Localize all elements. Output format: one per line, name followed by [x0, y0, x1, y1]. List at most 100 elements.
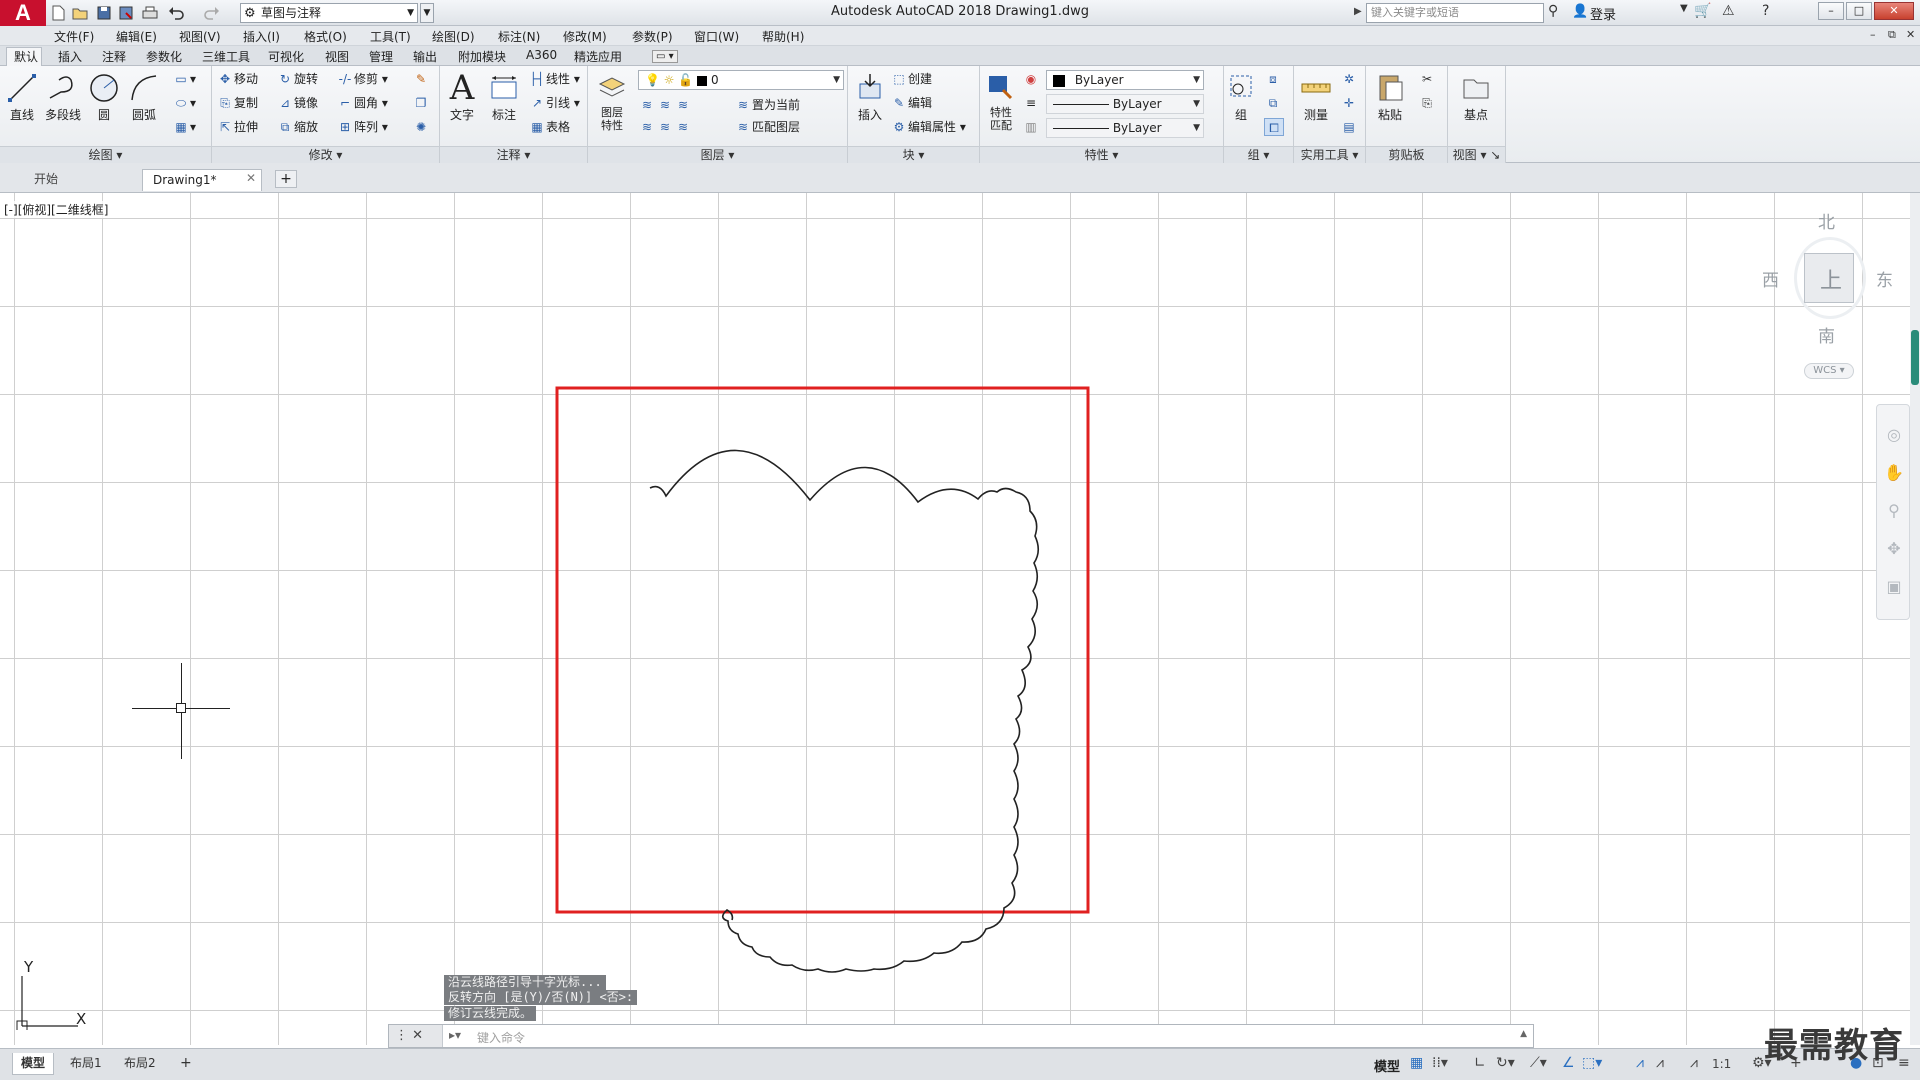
- tab-visualize[interactable]: 可视化: [268, 48, 304, 65]
- lineweight-dropdown[interactable]: ByLayer ▼: [1046, 118, 1204, 138]
- tab-annotate[interactable]: 注释: [102, 48, 126, 65]
- leader-tool[interactable]: ↗ 引线 ▾: [528, 94, 580, 112]
- compass-north[interactable]: 北: [1818, 208, 1835, 233]
- annotation-scale-icon[interactable]: ⩘: [1690, 1055, 1698, 1071]
- arc-tool[interactable]: 圆弧: [124, 70, 164, 123]
- tab-drawing1[interactable]: Drawing1*: [142, 169, 262, 191]
- search-input[interactable]: 键入关键字或短语: [1366, 3, 1544, 23]
- maximize-button[interactable]: □: [1846, 2, 1872, 20]
- layer-properties-tool[interactable]: 图层 特性: [592, 70, 632, 132]
- line-tool[interactable]: 直线: [2, 70, 42, 123]
- group-selection-icon[interactable]: ⧠: [1264, 118, 1284, 136]
- base-view-tool[interactable]: 基点: [1456, 70, 1496, 123]
- panel-properties-title[interactable]: 特性 ▾: [980, 146, 1223, 163]
- offset-tool[interactable]: ❐: [412, 94, 430, 112]
- compass-west[interactable]: 西: [1762, 266, 1779, 291]
- edit-block-tool[interactable]: ✎ 编辑: [890, 94, 932, 112]
- showmotion-icon[interactable]: ▣: [1883, 577, 1905, 599]
- login-button[interactable]: 登录: [1590, 4, 1616, 23]
- object-snap-tracking-icon[interactable]: ∠: [1562, 1055, 1575, 1071]
- snap-icon[interactable]: ⁞⁞▾: [1432, 1055, 1448, 1071]
- quick-select-icon[interactable]: ✲: [1340, 70, 1358, 88]
- ungroup-icon[interactable]: ⧈: [1264, 70, 1282, 88]
- redo-icon[interactable]: [202, 3, 222, 23]
- group-edit-icon[interactable]: ⧉: [1264, 94, 1282, 112]
- tab-start[interactable]: 开始: [24, 169, 58, 191]
- tab-featured-apps[interactable]: 精选应用: [574, 48, 622, 65]
- tab-a360[interactable]: A360: [526, 48, 557, 62]
- dimension-tool[interactable]: 标注: [484, 70, 524, 123]
- menu-draw[interactable]: 绘图(D): [432, 28, 475, 45]
- chevron-down-icon[interactable]: ▼: [1680, 3, 1688, 14]
- ortho-icon[interactable]: ∟: [1474, 1055, 1486, 1071]
- wcs-dropdown[interactable]: WCS ▾: [1804, 363, 1854, 379]
- scrollbar-thumb[interactable]: [1911, 330, 1919, 385]
- polar-icon[interactable]: ↻▾: [1496, 1055, 1515, 1071]
- save-as-icon[interactable]: [116, 3, 136, 23]
- ellipse-tool[interactable]: ⬭ ▾: [172, 94, 196, 112]
- help-icon[interactable]: ?: [1762, 3, 1769, 19]
- menu-file[interactable]: 文件(F): [54, 28, 94, 45]
- open-file-icon[interactable]: [70, 3, 90, 23]
- transparency-icon[interactable]: ▥: [1022, 118, 1040, 136]
- panel-clipboard-title[interactable]: 剪贴板: [1366, 146, 1447, 163]
- panel-modify-title[interactable]: 修改 ▾: [212, 146, 439, 163]
- menu-edit[interactable]: 编辑(E): [116, 28, 157, 45]
- command-line-controls[interactable]: ⋮ ✕ 🔧: [389, 1025, 443, 1065]
- print-icon[interactable]: [140, 3, 160, 23]
- layer-tools-row2[interactable]: ≋ ≋ ≋: [638, 118, 692, 136]
- command-line[interactable]: ⋮ ✕ 🔧 ▸▾ 键入命令 ▲: [388, 1024, 1534, 1065]
- autodesk-app-icon[interactable]: ⚠: [1722, 3, 1735, 19]
- make-current-tool[interactable]: ≋ 置为当前: [734, 96, 800, 114]
- menu-modify[interactable]: 修改(M): [563, 28, 607, 45]
- close-button[interactable]: ✕: [1874, 2, 1914, 20]
- tab-default[interactable]: 默认: [14, 48, 38, 65]
- workspace-dropdown[interactable]: ⚙ 草图与注释 ▼: [240, 3, 418, 23]
- circle-tool[interactable]: 圆: [84, 70, 124, 123]
- panel-utilities-title[interactable]: 实用工具 ▾: [1294, 146, 1365, 163]
- tab-view[interactable]: 视图: [325, 48, 349, 65]
- command-input[interactable]: 键入命令: [477, 1029, 525, 1046]
- text-tool[interactable]: A 文字: [442, 68, 482, 123]
- menu-dimension[interactable]: 标注(N): [498, 28, 540, 45]
- scale-tool[interactable]: ⧉ 缩放: [276, 118, 318, 136]
- command-history-toggle-icon[interactable]: ▲: [1520, 1029, 1527, 1039]
- rotate-tool[interactable]: ↻ 旋转: [276, 70, 318, 88]
- match-properties-tool[interactable]: 特性 匹配: [982, 70, 1020, 132]
- doc-restore-button[interactable]: ⧉: [1888, 28, 1896, 42]
- insert-block-tool[interactable]: 插入: [850, 70, 890, 123]
- array-tool[interactable]: ⊞ 阵列 ▾: [336, 118, 388, 136]
- new-tab-button[interactable]: +: [275, 170, 297, 188]
- customize-quick-access-button[interactable]: ▼: [420, 3, 434, 23]
- vertical-scrollbar[interactable]: [1910, 193, 1920, 1045]
- cart-icon[interactable]: 🛒: [1694, 3, 1711, 19]
- compass-east[interactable]: 东: [1876, 266, 1893, 291]
- undo-icon[interactable]: [166, 3, 186, 23]
- new-file-icon[interactable]: [48, 3, 68, 23]
- auto-scale-icon[interactable]: ⩘: [1656, 1055, 1664, 1071]
- annotation-scale-value[interactable]: 1:1: [1712, 1057, 1731, 1071]
- menu-format[interactable]: 格式(O): [304, 28, 347, 45]
- stretch-tool[interactable]: ⇱ 拉伸: [216, 118, 258, 136]
- rectangle-tool[interactable]: ▭ ▾: [172, 70, 196, 88]
- linetype-dropdown[interactable]: ByLayer ▼: [1046, 94, 1204, 114]
- grid-icon[interactable]: ▦: [1410, 1055, 1423, 1071]
- orbit-icon[interactable]: ✥: [1883, 539, 1905, 561]
- calculator-icon[interactable]: ▤: [1340, 118, 1358, 136]
- color-wheel-icon[interactable]: ◉: [1022, 70, 1040, 88]
- doc-close-button[interactable]: ✕: [1906, 28, 1915, 41]
- ribbon-minimize-button[interactable]: ▭ ▾: [652, 50, 678, 63]
- cut-icon[interactable]: ✂: [1418, 70, 1436, 88]
- panel-block-title[interactable]: 块 ▾: [848, 146, 979, 163]
- zoom-icon[interactable]: ⚲: [1883, 501, 1905, 523]
- menu-help[interactable]: 帮助(H): [762, 28, 804, 45]
- hatch-tool[interactable]: ▦ ▾: [172, 118, 196, 136]
- explode-tool[interactable]: ✺: [412, 118, 430, 136]
- layout-tab-layout2[interactable]: 布局2: [116, 1053, 164, 1075]
- group-tool[interactable]: 组: [1224, 70, 1258, 123]
- close-tab-icon[interactable]: ✕: [246, 171, 256, 185]
- tab-addins[interactable]: 附加模块: [458, 48, 506, 65]
- menu-view[interactable]: 视图(V): [179, 28, 221, 45]
- doc-minimize-button[interactable]: –: [1870, 28, 1876, 41]
- create-block-tool[interactable]: ⬚ 创建: [890, 70, 932, 88]
